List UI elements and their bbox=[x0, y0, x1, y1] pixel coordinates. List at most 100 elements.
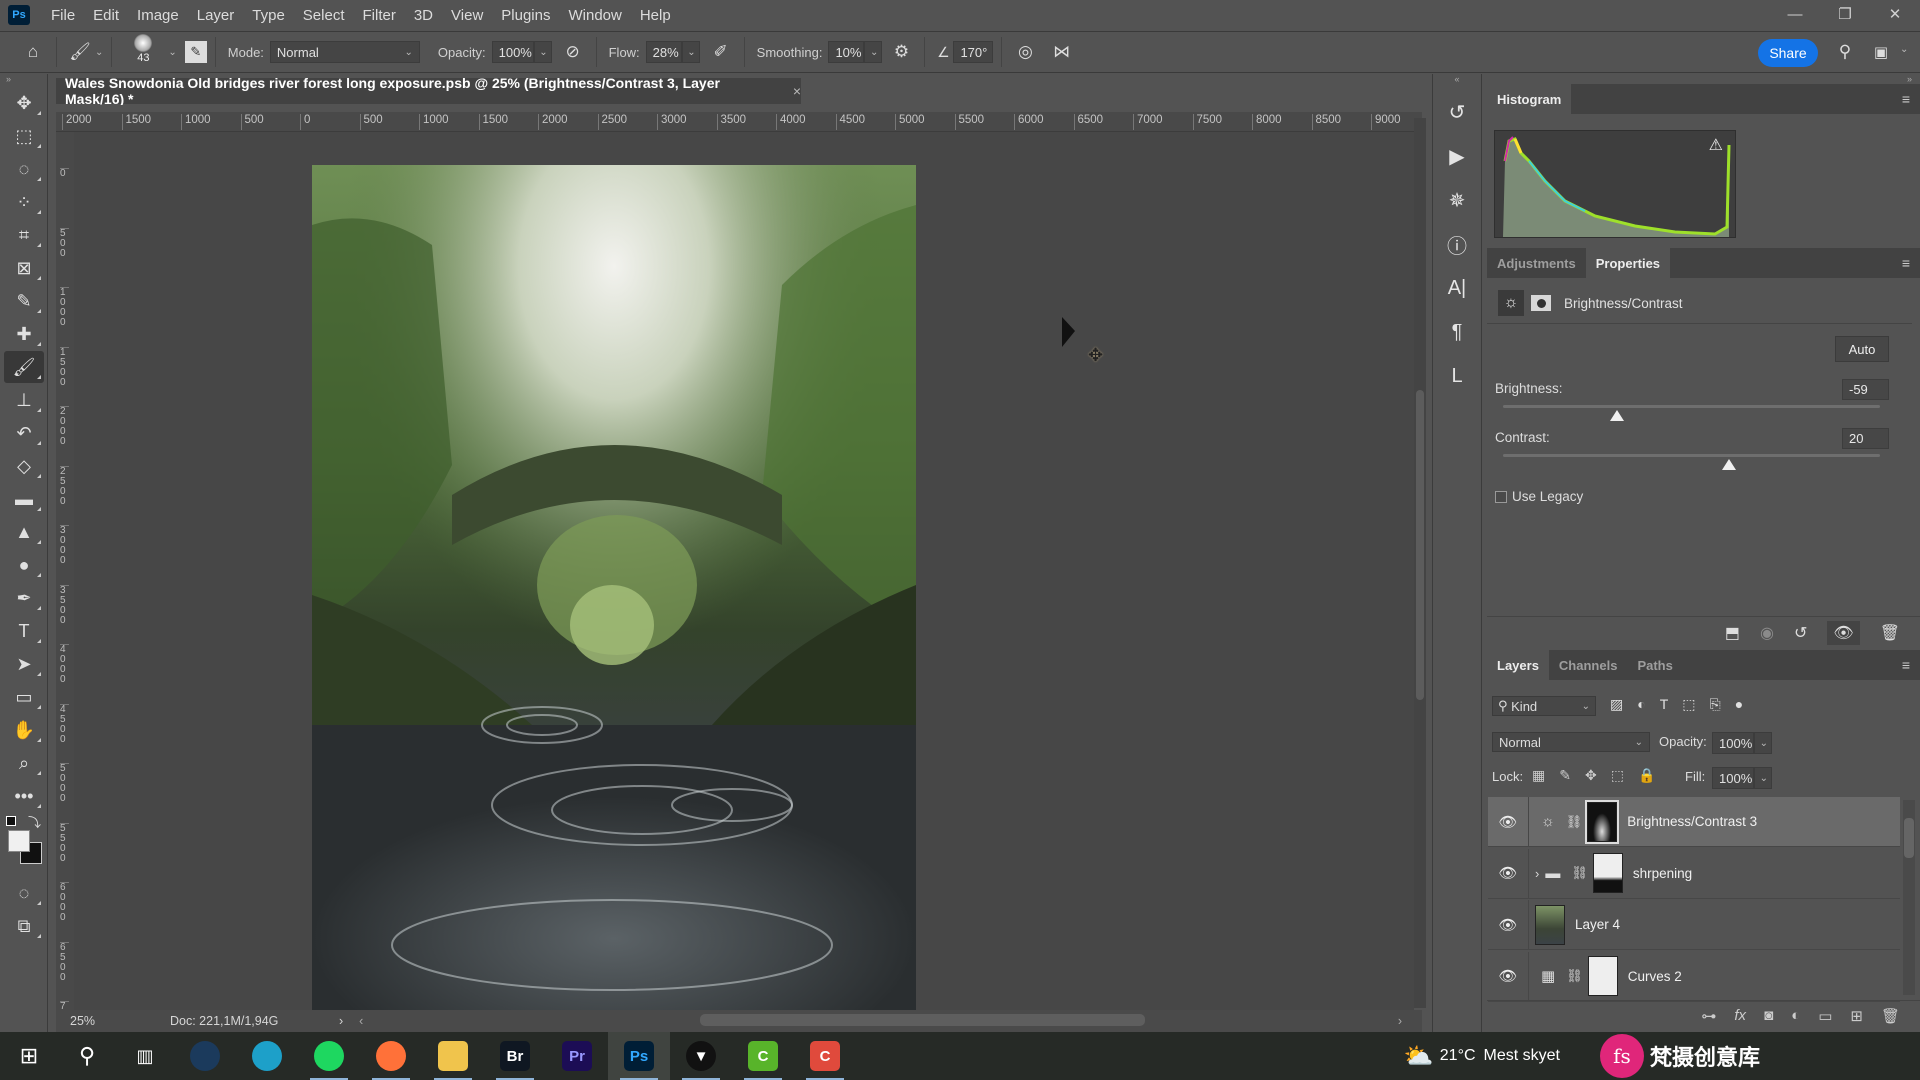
layer-mask-thumbnail[interactable] bbox=[1592, 853, 1623, 893]
document-image[interactable] bbox=[312, 165, 916, 1010]
angle-field[interactable]: 170° bbox=[953, 41, 994, 63]
taskbar-gpu-app[interactable]: ▼ bbox=[670, 1032, 732, 1080]
flow-dropdown[interactable]: ⌄ bbox=[681, 41, 700, 63]
reset-adjustment-icon[interactable]: ↺ bbox=[1794, 623, 1807, 643]
taskbar-camtasia-red[interactable]: C bbox=[794, 1032, 856, 1080]
collapse-toolbox-icon[interactable]: » bbox=[0, 74, 47, 86]
delete-adjustment-trash-icon[interactable]: 🗑 bbox=[1880, 623, 1900, 643]
brush-size-picker[interactable]: 43 bbox=[126, 34, 160, 70]
taskbar-steam[interactable] bbox=[174, 1032, 236, 1080]
taskbar-camtasia-green[interactable]: C bbox=[732, 1032, 794, 1080]
contrast-field[interactable]: 20 bbox=[1842, 428, 1889, 449]
taskbar-edge[interactable] bbox=[236, 1032, 298, 1080]
menu-layer[interactable]: Layer bbox=[188, 7, 244, 24]
restore-button[interactable]: ❐ bbox=[1820, 0, 1870, 28]
filter-kind-select[interactable]: ⚲ Kind ⌄ bbox=[1492, 696, 1596, 716]
menu-window[interactable]: Window bbox=[559, 7, 630, 24]
layer-opacity-dropdown[interactable]: ⌄ bbox=[1754, 732, 1772, 754]
close-button[interactable]: ✕ bbox=[1870, 0, 1920, 28]
layer-row[interactable]: 👁 › ▬ ⛓ shrpening bbox=[1488, 848, 1900, 899]
lock-artboard-icon[interactable]: ⬚ bbox=[1611, 767, 1624, 784]
dodge-tool[interactable]: ● bbox=[4, 549, 44, 581]
more-tools[interactable]: ••• bbox=[4, 780, 44, 812]
smoothing-settings-gear-icon[interactable]: ⚙ bbox=[886, 37, 916, 67]
blur-tool[interactable]: ▲ bbox=[4, 516, 44, 548]
status-menu-arrow[interactable]: › bbox=[339, 1014, 343, 1028]
fill-field[interactable]: 100% bbox=[1712, 767, 1754, 789]
blend-mode-select[interactable]: Normal ⌄ bbox=[1492, 732, 1650, 752]
swap-colors-icon[interactable]: ⤵ bbox=[28, 812, 41, 831]
scroll-left-icon[interactable]: ‹ bbox=[359, 1014, 363, 1028]
visibility-eye-icon[interactable]: 👁 bbox=[1488, 967, 1528, 985]
visibility-eye-icon[interactable]: 👁 bbox=[1488, 864, 1528, 882]
visibility-eye-icon[interactable]: 👁 bbox=[1488, 916, 1528, 934]
tab-layers[interactable]: Layers bbox=[1487, 650, 1549, 680]
zoom-level[interactable]: 25% bbox=[70, 1014, 170, 1028]
foreground-color-swatch[interactable] bbox=[8, 830, 30, 852]
layer-row[interactable]: 👁 ☼ ⛓ Brightness/Contrast 3 bbox=[1488, 797, 1900, 847]
close-document-icon[interactable]: × bbox=[793, 83, 801, 99]
libraries-icon[interactable]: L bbox=[1437, 356, 1477, 396]
visibility-eye-icon[interactable]: 👁 bbox=[1488, 813, 1528, 831]
brightness-slider-thumb[interactable] bbox=[1610, 410, 1625, 421]
layer-row[interactable]: 👁 Layer 4 bbox=[1488, 900, 1900, 950]
filter-type-icon[interactable]: T bbox=[1660, 696, 1669, 713]
taskbar-spotify[interactable] bbox=[298, 1032, 360, 1080]
view-previous-state-icon[interactable]: ◉ bbox=[1760, 623, 1774, 643]
navigator-icon[interactable]: ✵ bbox=[1437, 180, 1477, 220]
filter-pixel-icon[interactable]: ▨ bbox=[1610, 696, 1623, 713]
lock-image-pixels-icon[interactable]: ✎ bbox=[1559, 767, 1571, 784]
eraser-tool[interactable]: ◇ bbox=[4, 450, 44, 482]
tab-adjustments[interactable]: Adjustments bbox=[1487, 248, 1586, 278]
new-group-folder-icon[interactable]: ▭ bbox=[1818, 1007, 1832, 1025]
gradient-tool[interactable]: ▬ bbox=[4, 483, 44, 515]
tab-properties[interactable]: Properties bbox=[1585, 248, 1671, 278]
auto-button[interactable]: Auto bbox=[1835, 336, 1889, 362]
taskbar-photoshop[interactable]: Ps bbox=[608, 1032, 670, 1080]
menu-file[interactable]: File bbox=[42, 7, 84, 24]
pressure-size-icon[interactable]: ◎ bbox=[1010, 37, 1040, 67]
vertical-ruler[interactable]: 0 500 1000 1500 2000 2500 3000 3500 4000 4500 5000… bbox=[56, 132, 74, 1012]
screen-mode-icon[interactable]: ⧉ bbox=[4, 910, 44, 942]
quick-mask-icon[interactable]: ◌ bbox=[4, 877, 44, 909]
chevron-down-icon[interactable]: ⌄ bbox=[1900, 44, 1908, 55]
menu-edit[interactable]: Edit bbox=[84, 7, 128, 24]
task-view-button[interactable]: ▥ bbox=[116, 1032, 174, 1080]
layer-opacity-field[interactable]: 100% bbox=[1712, 732, 1754, 754]
brush-preset-icon[interactable]: 🖌 bbox=[65, 37, 95, 67]
share-button[interactable]: Share bbox=[1758, 39, 1818, 67]
contrast-slider-thumb[interactable] bbox=[1722, 459, 1737, 470]
menu-view[interactable]: View bbox=[442, 7, 492, 24]
move-tool[interactable]: ✥ bbox=[4, 87, 44, 119]
lasso-tool[interactable]: ◌ bbox=[4, 153, 44, 185]
flow-field[interactable]: 28% bbox=[645, 41, 682, 63]
horizontal-scroll-thumb[interactable] bbox=[700, 1014, 1145, 1026]
expand-group-chevron-icon[interactable]: › bbox=[1535, 866, 1539, 881]
zoom-tool[interactable]: ⌕ bbox=[4, 747, 44, 779]
document-tab[interactable]: Wales Snowdonia Old bridges river forest… bbox=[56, 75, 801, 107]
new-layer-icon[interactable]: ⊞ bbox=[1850, 1007, 1863, 1025]
crop-tool[interactable]: ⌗ bbox=[4, 219, 44, 251]
chevron-down-icon[interactable]: ⌄ bbox=[168, 47, 176, 58]
pressure-opacity-icon[interactable]: ⊘ bbox=[558, 37, 588, 67]
brightness-adjustment-icon[interactable]: ☼ bbox=[1498, 290, 1524, 316]
delete-layer-trash-icon[interactable]: 🗑 bbox=[1881, 1007, 1900, 1025]
taskbar-premiere[interactable]: Pr bbox=[546, 1032, 608, 1080]
menu-image[interactable]: Image bbox=[128, 7, 188, 24]
tab-paths[interactable]: Paths bbox=[1627, 650, 1682, 680]
brightness-field[interactable]: -59 bbox=[1842, 379, 1889, 400]
chevron-down-icon[interactable]: ⌄ bbox=[95, 47, 103, 58]
start-button[interactable]: ⊞ bbox=[0, 1032, 58, 1080]
menu-3d[interactable]: 3D bbox=[405, 7, 442, 24]
opacity-field[interactable]: 100% bbox=[491, 41, 534, 63]
layer-mask-thumbnail[interactable] bbox=[1587, 956, 1618, 996]
airbrush-icon[interactable]: ✐ bbox=[706, 37, 736, 67]
filter-adjustment-icon[interactable]: ◐ bbox=[1637, 696, 1645, 713]
new-adjustment-layer-icon[interactable]: ◐ bbox=[1791, 1007, 1800, 1024]
scroll-right-icon[interactable]: › bbox=[1398, 1014, 1402, 1028]
toggle-visibility-eye-icon[interactable]: 👁 bbox=[1827, 620, 1860, 645]
menu-type[interactable]: Type bbox=[243, 7, 294, 24]
lock-transparent-pixels-icon[interactable]: ▦ bbox=[1532, 767, 1545, 784]
histogram-warning-icon[interactable]: ⚠ bbox=[1709, 135, 1723, 155]
hand-tool[interactable]: ✋ bbox=[4, 714, 44, 746]
